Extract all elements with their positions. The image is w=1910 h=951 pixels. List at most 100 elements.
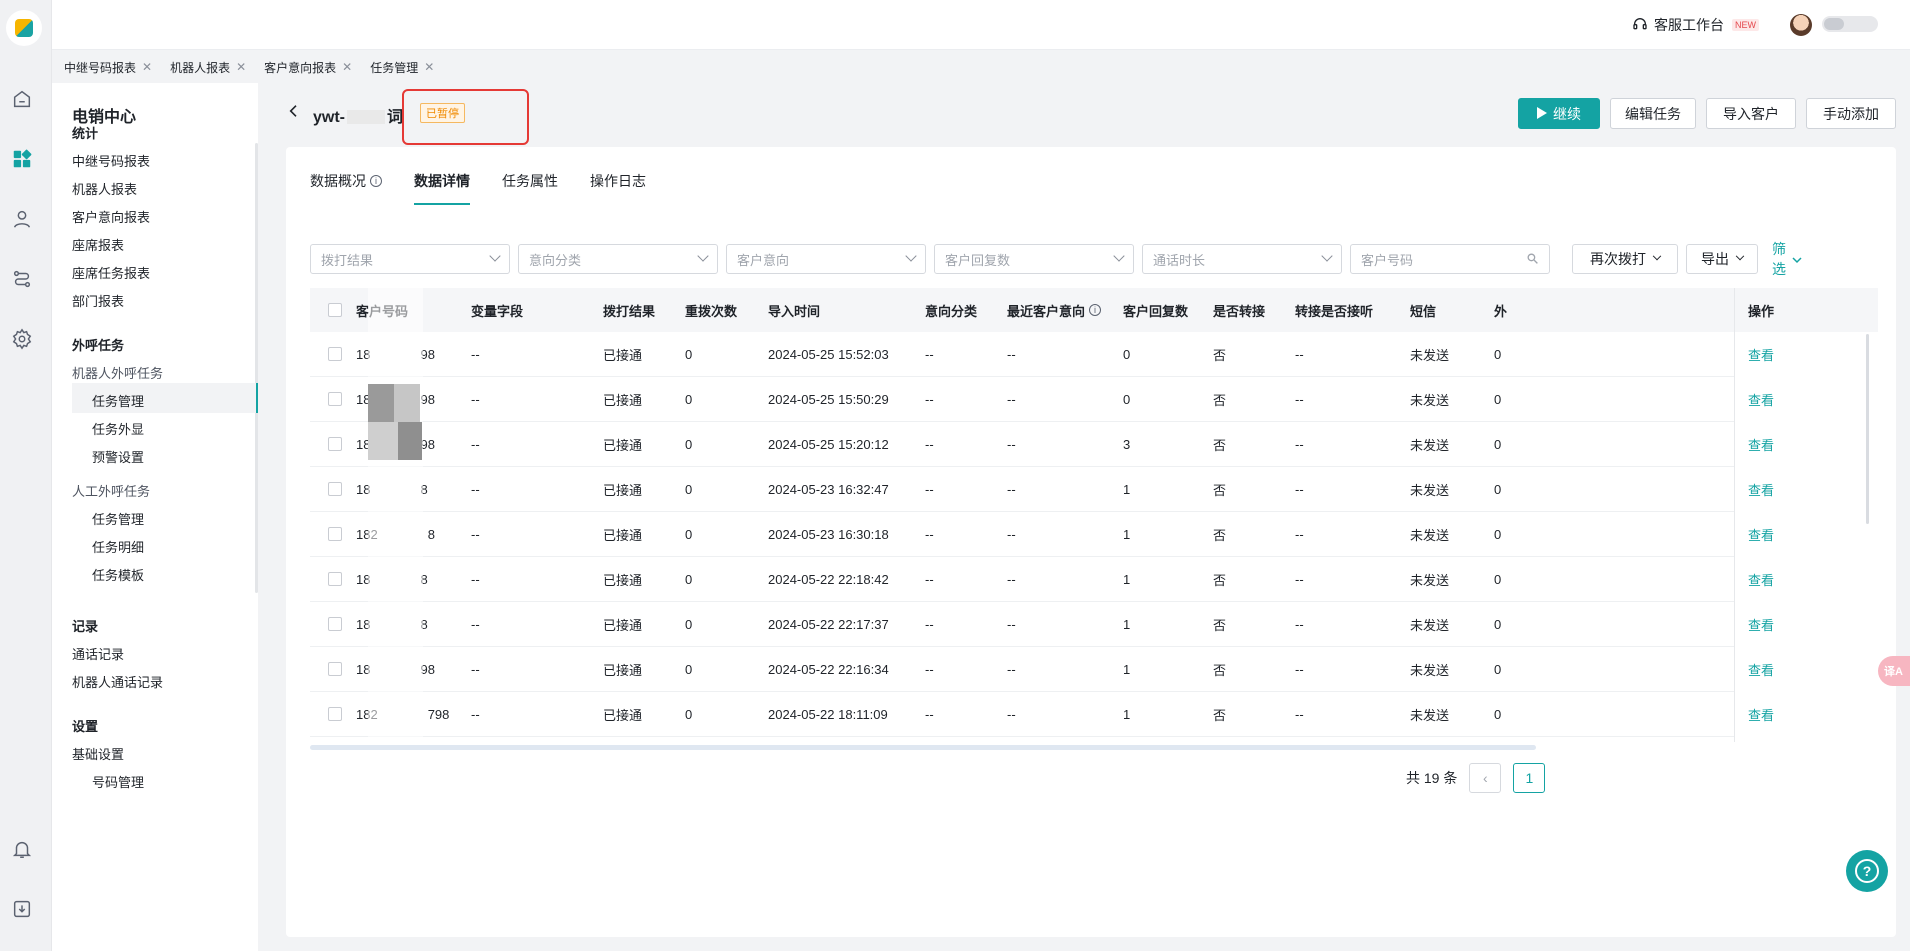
dashboard-icon[interactable] (11, 148, 33, 170)
bell-icon[interactable] (11, 838, 33, 860)
page-tab[interactable]: 中继号码报表 ✕ (64, 59, 152, 76)
sidebar-item[interactable]: 号码管理 (92, 772, 144, 791)
info-icon[interactable]: i (370, 175, 382, 187)
info-icon[interactable]: i (1089, 304, 1102, 316)
view-link[interactable]: 查看 (1734, 602, 1878, 647)
sidebar-group-manual[interactable]: 人工外呼任务 (72, 481, 150, 500)
sidebar-item[interactable]: 客户意向报表 (72, 207, 150, 226)
col-intent-category[interactable]: 意向分类 (925, 288, 977, 332)
col-latest-intent[interactable]: 最近客户意向 i (1007, 288, 1102, 332)
intent-category-select[interactable]: 意向分类 (518, 244, 718, 274)
row-checkbox[interactable] (328, 662, 342, 676)
page-tab[interactable]: 机器人报表 ✕ (170, 59, 246, 76)
sidebar-item[interactable]: 部门报表 (72, 291, 124, 310)
row-checkbox[interactable] (328, 482, 342, 496)
sidebar-item-task-manage[interactable]: 任务管理 (92, 391, 144, 410)
phone-search-input[interactable]: 客户号码 (1350, 244, 1550, 274)
manual-add-button[interactable]: 手动添加 (1806, 98, 1896, 129)
table-vertical-scrollbar[interactable] (1866, 334, 1869, 524)
sidebar-item[interactable]: 通话记录 (72, 644, 124, 663)
close-icon[interactable]: ✕ (424, 60, 434, 74)
table-row[interactable]: 18 8 -- 已接通 0 2024-05-23 16:32:47 -- -- 1 否 -- 未发送 0… (310, 467, 1878, 512)
row-checkbox[interactable] (328, 392, 342, 406)
view-link[interactable]: 查看 (1734, 422, 1878, 467)
reply-count-select[interactable]: 客户回复数 (934, 244, 1134, 274)
sidebar-item[interactable]: 座席报表 (72, 235, 124, 254)
col-redial-count[interactable]: 重拨次数 (685, 288, 737, 332)
prev-page-button[interactable]: ‹ (1469, 763, 1502, 793)
table-row[interactable]: 18 8 -- 已接通 0 2024-05-22 22:17:37 -- -- 1 否 -- 未发送 0… (310, 602, 1878, 647)
home-icon[interactable] (11, 88, 33, 110)
sidebar-item[interactable]: 任务外显 (92, 419, 144, 438)
col-transfer[interactable]: 是否转接 (1213, 288, 1265, 332)
sidebar-item[interactable]: 基础设置 (72, 744, 124, 763)
row-checkbox[interactable] (328, 437, 342, 451)
view-link[interactable]: 查看 (1734, 467, 1878, 512)
page-tab[interactable]: 任务管理 ✕ (370, 59, 434, 76)
col-extra[interactable]: 外 (1494, 288, 1507, 332)
settings-gear-icon[interactable] (11, 328, 33, 350)
table-horizontal-scrollbar[interactable] (310, 745, 1536, 750)
sidebar-item[interactable]: 座席任务报表 (72, 263, 150, 282)
col-transfer-answered[interactable]: 转接是否接听 (1295, 288, 1373, 332)
status-toggle[interactable] (1822, 16, 1878, 32)
tab-operation-log[interactable]: 操作日志 (590, 163, 646, 199)
filter-toggle[interactable]: 筛选 (1772, 241, 1802, 277)
dial-result-select[interactable]: 拨打结果 (310, 244, 510, 274)
sidebar-item[interactable]: 机器人通话记录 (72, 672, 163, 691)
table-row[interactable]: 18 98 -- 已接通 0 2024-05-25 15:20:12 -- -- 3 否 -- 未发送… (310, 422, 1878, 467)
col-reply-count[interactable]: 客户回复数 (1123, 288, 1188, 332)
avatar[interactable] (1790, 14, 1812, 36)
view-link[interactable]: 查看 (1734, 332, 1878, 377)
select-all-checkbox[interactable] (328, 303, 342, 317)
col-dial-result[interactable]: 拨打结果 (603, 288, 655, 332)
help-button[interactable]: ? (1846, 850, 1888, 892)
user-group-icon[interactable] (11, 208, 33, 230)
sidebar-item[interactable]: 任务模板 (92, 565, 144, 584)
call-duration-select[interactable]: 通话时长 (1142, 244, 1342, 274)
import-customer-button[interactable]: 导入客户 (1706, 98, 1796, 129)
close-icon[interactable]: ✕ (342, 60, 352, 74)
view-link[interactable]: 查看 (1734, 377, 1878, 422)
col-variable[interactable]: 变量字段 (471, 288, 523, 332)
sidebar-item[interactable]: 任务管理 (92, 509, 144, 528)
table-row[interactable]: 18 8 -- 已接通 0 2024-05-22 22:18:42 -- -- 1 否 -- 未发送 0… (310, 557, 1878, 602)
tab-details[interactable]: 数据详情 (414, 163, 470, 205)
view-link[interactable]: 查看 (1734, 647, 1878, 692)
view-link[interactable]: 查看 (1734, 557, 1878, 602)
customer-intent-select[interactable]: 客户意向 (726, 244, 926, 274)
view-link[interactable]: 查看 (1734, 512, 1878, 557)
back-arrow-icon[interactable] (286, 103, 302, 124)
sidebar-item[interactable]: 任务明细 (92, 537, 144, 556)
row-checkbox[interactable] (328, 572, 342, 586)
tab-properties[interactable]: 任务属性 (502, 163, 558, 199)
sidebar-item[interactable]: 中继号码报表 (72, 151, 150, 170)
app-logo-icon[interactable] (6, 10, 42, 46)
route-icon[interactable] (11, 268, 33, 290)
close-icon[interactable]: ✕ (142, 60, 152, 74)
table-row[interactable]: 18 98 -- 已接通 0 2024-05-25 15:50:29 -- -- 0 否 -- 未发送… (310, 377, 1878, 422)
row-checkbox[interactable] (328, 347, 342, 361)
table-row[interactable]: 18 98 -- 已接通 0 2024-05-25 15:52:03 -- -- 0 否 -- 未发送… (310, 332, 1878, 377)
download-icon[interactable] (11, 898, 33, 920)
close-icon[interactable]: ✕ (236, 60, 246, 74)
table-row[interactable]: 18 98 -- 已接通 0 2024-05-22 22:16:34 -- -- 1 否 -- 未发送… (310, 647, 1878, 692)
tab-overview[interactable]: 数据概况 i (310, 163, 382, 199)
row-checkbox[interactable] (328, 527, 342, 541)
col-import-time[interactable]: 导入时间 (768, 288, 820, 332)
page-number[interactable]: 1 (1513, 763, 1546, 793)
sidebar-item[interactable]: 机器人报表 (72, 179, 137, 198)
translate-icon[interactable]: 译A (1878, 656, 1910, 686)
redial-dropdown[interactable]: 再次拨打 (1572, 244, 1678, 274)
edit-task-button[interactable]: 编辑任务 (1610, 98, 1696, 129)
table-row[interactable]: 182 8 -- 已接通 0 2024-05-23 16:30:18 -- -- 1 否 -- 未发送… (310, 512, 1878, 557)
table-row[interactable]: 182 798 -- 已接通 0 2024-05-22 18:11:09 -- -- 1 否 -- 未… (310, 692, 1878, 737)
row-checkbox[interactable] (328, 617, 342, 631)
col-sms[interactable]: 短信 (1410, 288, 1436, 332)
export-dropdown[interactable]: 导出 (1686, 244, 1758, 274)
continue-button[interactable]: 继续 (1518, 98, 1600, 129)
row-checkbox[interactable] (328, 707, 342, 721)
col-actions[interactable]: 操作 (1734, 288, 1878, 332)
view-link[interactable]: 查看 (1734, 692, 1878, 737)
sidebar-group-robot[interactable]: 机器人外呼任务 (72, 363, 163, 382)
